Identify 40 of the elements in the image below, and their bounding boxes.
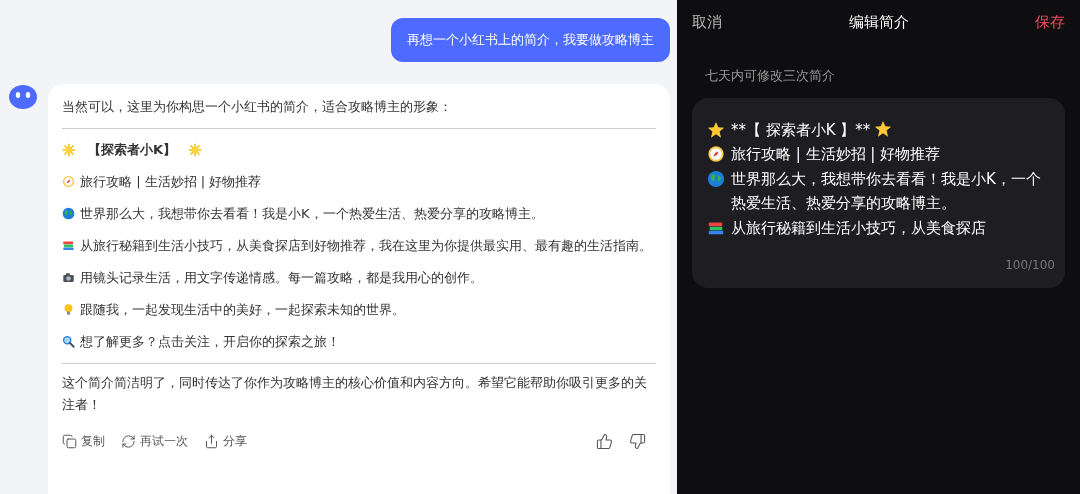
reply-text: 这个简介简洁明了，同时传达了你作为攻略博主的核心价值和内容方向。希望它能帮助你吸引更多的关注者！ — [62, 374, 648, 414]
reply-text: 当然可以，这里为你构思一个小红书的简介，适合攻略博主的形象： — [62, 98, 453, 116]
profile-line: 跟随我，一起发现生活中的美好，一起探索未知的世界。 — [80, 302, 405, 317]
books-icon — [62, 239, 75, 252]
compass-icon — [62, 175, 75, 188]
camera-icon — [62, 271, 75, 284]
refresh-icon — [121, 433, 136, 449]
save-button[interactable]: 保存 — [1035, 10, 1065, 34]
character-counter: 100/100 — [1005, 257, 1055, 274]
sun-icon — [62, 143, 76, 157]
thumbs-down-button[interactable] — [629, 432, 646, 450]
page-title: 编辑简介 — [848, 11, 909, 33]
bio-text-area[interactable]: **【 探索者小K 】** 旅行攻略 | 生活妙招 | 好物推荐 世界那么大，我想带你去看看！我是小K，一个热爱生活、热爱分享的攻略博主。 从旅行秘籍到生活小技巧，从美食探店 100/100 — [692, 97, 1065, 288]
bio-line: 从旅行秘籍到生活小技巧，从美食探店 — [731, 218, 986, 237]
profile-line: 用镜头记录生活，用文字传递情感。每一篇攻略，都是我用心的创作。 — [80, 270, 483, 285]
globe-icon — [62, 207, 75, 220]
compass-icon — [707, 145, 725, 163]
action-button[interactable]: 分享 — [204, 430, 247, 452]
bio-line: **【 探索者小K 】** — [731, 120, 871, 139]
action-button[interactable]: 再试一次 — [121, 430, 188, 452]
profile-line: 从旅行秘籍到生活小技巧，从美食探店到好物推荐，我在这里为你提供最实用、最有趣的生活指南。 — [80, 238, 652, 253]
thumbs-up-button[interactable] — [596, 432, 613, 450]
sun-icon — [188, 143, 203, 157]
action-button[interactable]: 复制 — [62, 430, 105, 452]
bio-line: 旅行攻略 | 生活妙招 | 好物推荐 — [731, 145, 941, 163]
bulb-icon — [62, 303, 75, 316]
profile-line: 旅行攻略 | 生活妙招 | 好物推荐 — [80, 174, 262, 189]
share-icon — [204, 433, 219, 449]
profile-line: 想了解更多？点击关注，开启你的探索之旅！ — [80, 334, 340, 349]
edit-hint: 七天内可修改三次简介 — [705, 67, 836, 85]
magnifier-icon — [62, 335, 75, 348]
user-message: 再想一个小红书上的简介，我要做攻略博主 — [391, 18, 670, 62]
globe-icon — [707, 169, 725, 188]
star-icon — [874, 119, 893, 138]
profile-line: 世界那么大，我想带你去看看！我是小K，一个热爱生活、热爱分享的攻略博主。 — [80, 206, 544, 221]
star-icon — [707, 120, 725, 139]
bio-line: 世界那么大，我想带你去看看！我是小K，一个热爱生活、热爱分享的攻略博主。 — [731, 169, 1041, 212]
cancel-button[interactable]: 取消 — [692, 10, 722, 34]
profile-title: 【探索者小K】 — [88, 141, 177, 159]
copy-icon — [62, 433, 77, 449]
